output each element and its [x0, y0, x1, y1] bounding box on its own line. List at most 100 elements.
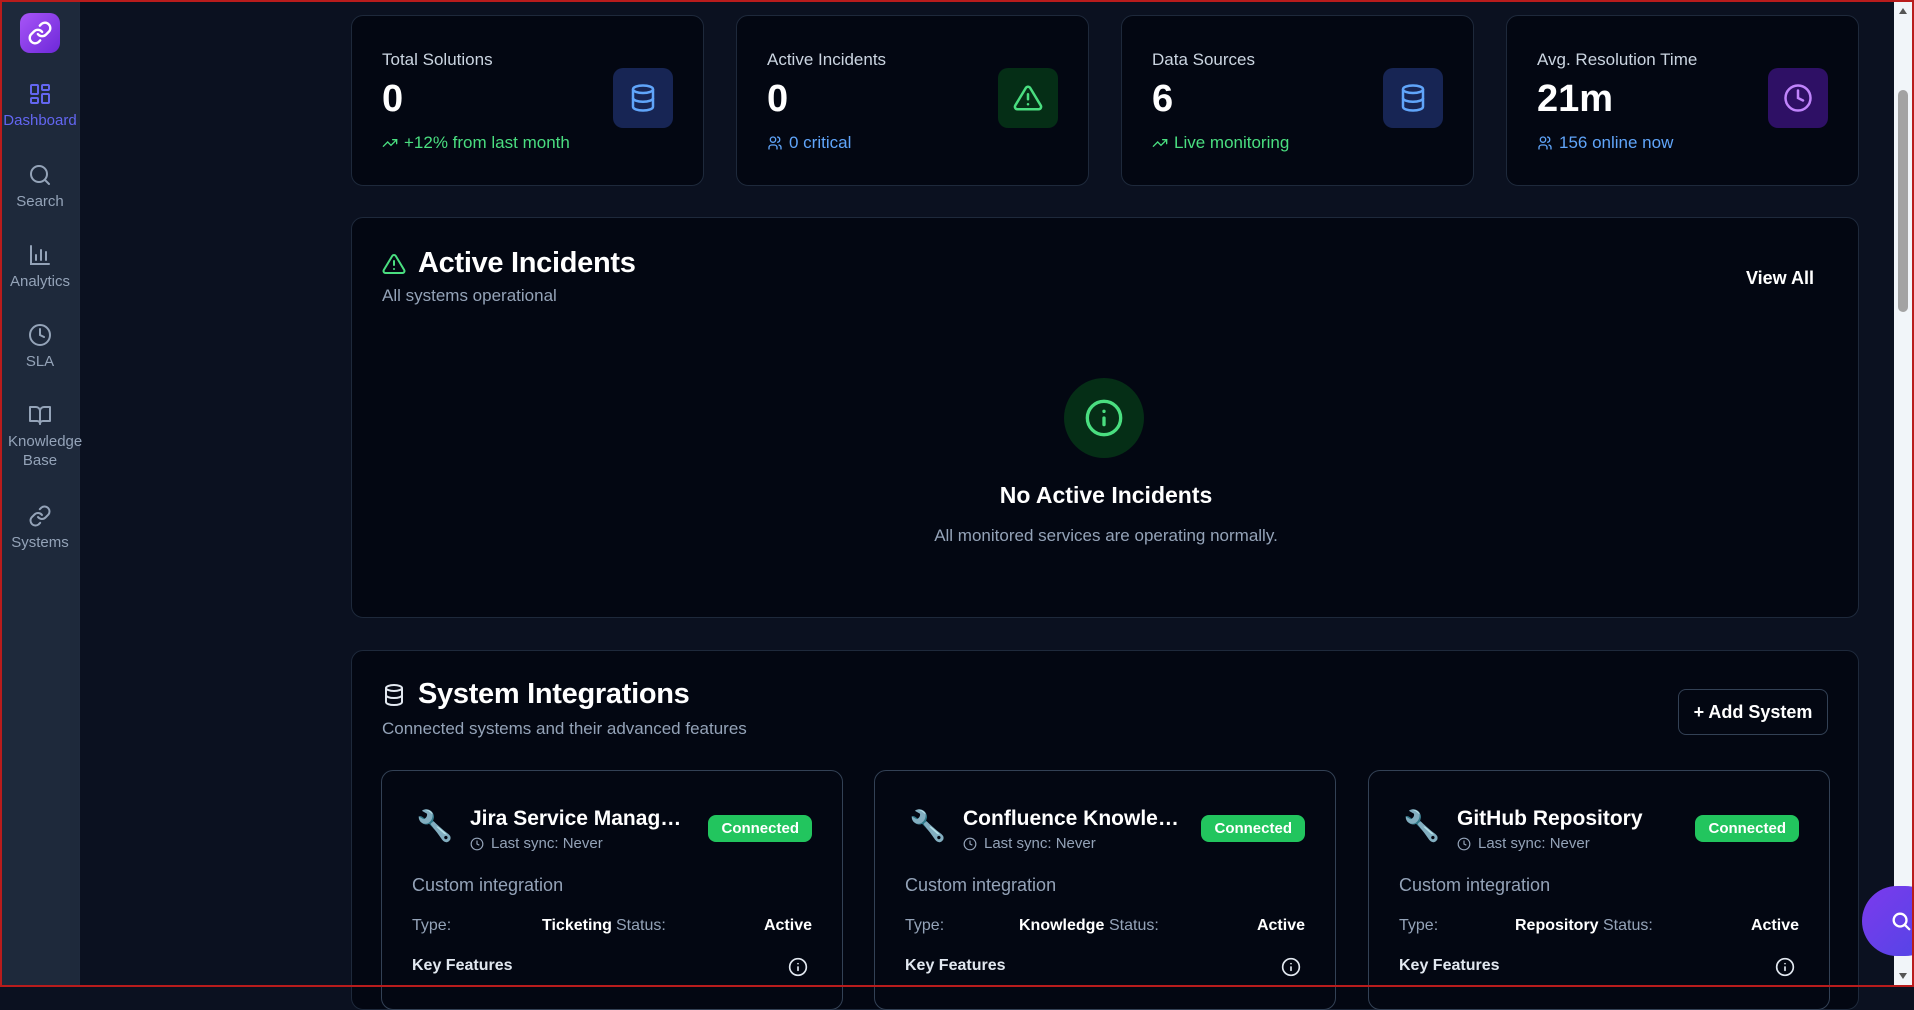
- integration-sync: Last sync: Never: [963, 835, 1096, 852]
- stat-card-data-sources: Data Sources 6 Live monitoring: [1121, 15, 1474, 186]
- stat-label: Total Solutions: [382, 50, 493, 69]
- key-features-label: Key Features: [1399, 957, 1500, 974]
- stat-label: Active Incidents: [767, 50, 887, 69]
- integration-description: Custom integration: [1399, 875, 1551, 895]
- active-incidents-panel: Active Incidents All systems operational…: [351, 217, 1859, 618]
- integration-card-jira[interactable]: 🔧 Jira Service Management Last sync: Nev…: [381, 770, 843, 1010]
- sync-text: Last sync: Never: [1478, 835, 1590, 852]
- trending-up-icon: [1152, 139, 1168, 147]
- wrench-icon: 🔧: [909, 810, 947, 843]
- type-label: Type:: [905, 917, 945, 934]
- integration-card-confluence[interactable]: 🔧 Confluence Knowledge Base Last sync: N…: [874, 770, 1336, 1010]
- type-label: Type:: [1399, 917, 1439, 934]
- info-icon[interactable]: [1775, 957, 1795, 977]
- clock-icon: [470, 837, 484, 850]
- scroll-down-icon[interactable]: [1899, 973, 1907, 979]
- clock-icon: [1457, 837, 1471, 850]
- grid-icon: [30, 84, 50, 104]
- sidebar-item-analytics[interactable]: Analytics: [0, 243, 80, 291]
- section-title: Active Incidents: [382, 247, 636, 280]
- wrench-icon: 🔧: [1403, 810, 1441, 843]
- stat-sub: +12% from last month: [382, 133, 570, 153]
- sidebar-item-systems[interactable]: Systems: [0, 504, 80, 552]
- database-icon: [1401, 84, 1425, 112]
- status-value: Active: [1750, 917, 1799, 934]
- sidebar-item-sla[interactable]: SLA: [0, 323, 80, 371]
- search-icon: [1892, 912, 1911, 931]
- type-label: Type:: [412, 917, 452, 934]
- status-badge: Connected: [708, 815, 812, 842]
- integration-sync: Last sync: Never: [470, 835, 603, 852]
- book-icon: [29, 406, 51, 425]
- info-icon[interactable]: [1281, 957, 1301, 977]
- section-subtitle: All systems operational: [382, 286, 557, 305]
- stat-label: Avg. Resolution Time: [1537, 50, 1698, 69]
- status-label: Status:: [1603, 917, 1653, 934]
- empty-state-icon: [1064, 378, 1144, 458]
- scroll-up-icon[interactable]: [1899, 8, 1907, 14]
- status-badge: Connected: [1695, 815, 1799, 842]
- sidebar-item-label: Search: [16, 193, 64, 210]
- key-features-label: Key Features: [412, 957, 513, 974]
- stat-sub: Live monitoring: [1152, 133, 1289, 153]
- alert-triangle-icon: [1013, 85, 1043, 111]
- stat-label: Data Sources: [1152, 50, 1255, 69]
- stat-icon: [998, 68, 1058, 128]
- search-fab-button[interactable]: [1862, 886, 1914, 956]
- status-value: Active: [763, 917, 812, 934]
- sidebar: Dashboard Search Analytics SLA Knowledge…: [0, 0, 83, 987]
- stat-value: 0: [382, 78, 404, 120]
- link-icon: [29, 505, 51, 527]
- integration-sync: Last sync: Never: [1457, 835, 1590, 852]
- clock-icon: [963, 837, 977, 850]
- stat-card-avg-resolution-time: Avg. Resolution Time 21m 156 online now: [1506, 15, 1859, 186]
- main-content: Total Solutions 0 +12% from last month A…: [80, 0, 1914, 1010]
- section-title-text: Active Incidents: [418, 247, 636, 279]
- empty-state-text: All monitored services are operating nor…: [934, 526, 1278, 545]
- sidebar-item-search[interactable]: Search: [0, 163, 80, 211]
- section-subtitle: Connected systems and their advanced fea…: [382, 719, 747, 738]
- integration-card-github[interactable]: 🔧 GitHub Repository Last sync: Never Con…: [1368, 770, 1830, 1010]
- add-system-button[interactable]: + Add System: [1678, 689, 1828, 735]
- stat-icon: [1768, 68, 1828, 128]
- scrollbar-thumb[interactable]: [1898, 90, 1908, 312]
- users-icon: [768, 136, 782, 150]
- stat-card-active-incidents: Active Incidents 0 0 critical: [736, 15, 1089, 186]
- alert-triangle-icon: [382, 253, 406, 274]
- info-icon[interactable]: [788, 957, 808, 977]
- sidebar-item-dashboard[interactable]: Dashboard: [0, 82, 80, 130]
- integration-description: Custom integration: [905, 875, 1057, 895]
- sidebar-item-label: Systems: [11, 534, 69, 551]
- status-label: Status:: [616, 917, 666, 934]
- type-value: Knowledge: [1019, 917, 1105, 934]
- integration-description: Custom integration: [412, 875, 564, 895]
- key-features-label: Key Features: [905, 957, 1006, 974]
- info-icon: [1085, 399, 1123, 437]
- status-badge: Connected: [1201, 815, 1305, 842]
- database-icon: [631, 84, 655, 112]
- empty-state-title: No Active Incidents: [999, 482, 1213, 508]
- section-title: System Integrations: [382, 678, 690, 711]
- view-all-button[interactable]: View All: [1746, 268, 1814, 289]
- sidebar-item-knowledge-base[interactable]: Knowledge Base: [0, 403, 83, 470]
- sync-text: Last sync: Never: [984, 835, 1096, 852]
- sidebar-item-label: Knowledge Base: [8, 433, 83, 469]
- status-label: Status:: [1109, 917, 1159, 934]
- stat-sub-text: +12% from last month: [404, 133, 570, 152]
- sidebar-item-label: SLA: [25, 353, 55, 370]
- app-logo[interactable]: [20, 13, 60, 53]
- stat-sub-text: 0 critical: [789, 133, 852, 152]
- wrench-icon: 🔧: [416, 810, 454, 843]
- integration-name: Confluence Knowledge Base: [963, 807, 1183, 830]
- stat-sub: 156 online now: [1537, 133, 1673, 153]
- stat-sub-text: Live monitoring: [1174, 133, 1290, 152]
- users-icon: [1538, 136, 1552, 150]
- sidebar-item-label: Analytics: [9, 273, 71, 290]
- stat-value: 21m: [1537, 78, 1614, 120]
- stat-icon: [613, 68, 673, 128]
- stat-value: 6: [1152, 78, 1174, 120]
- stat-icon: [1383, 68, 1443, 128]
- scrollbar[interactable]: [1894, 2, 1912, 985]
- stat-value: 0: [767, 78, 789, 120]
- stat-sub-text: 156 online now: [1559, 133, 1674, 152]
